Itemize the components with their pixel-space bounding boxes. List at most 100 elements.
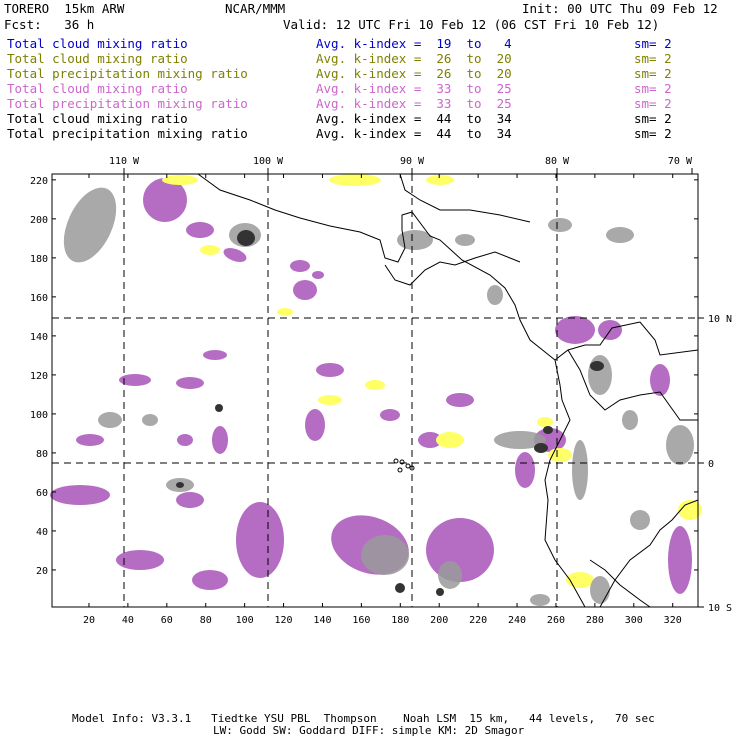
y-tick-label-2: 60: [36, 488, 48, 499]
gray-cloud-blob-3: [455, 234, 475, 246]
gray-cloud-blob-9: [666, 425, 694, 465]
island-3: [397, 467, 403, 473]
lat-label-0: 10 N: [708, 314, 732, 325]
lat-label-2: 10 S: [708, 603, 732, 614]
y-tick-label-0: 20: [36, 566, 48, 577]
lon-label-3: 80 W: [545, 156, 570, 167]
y-tick-label-8: 180: [30, 254, 48, 265]
x-tick-label-3: 80: [200, 615, 212, 626]
y-tick-label-9: 200: [30, 215, 48, 226]
magenta-cloud-blob-14: [50, 485, 110, 505]
magenta-cloud-blob-4: [293, 280, 317, 300]
magenta-cloud-blob-22: [650, 364, 670, 396]
lon-label-1: 100 W: [253, 156, 284, 167]
yellow-cloud-blob-11: [537, 417, 553, 427]
gray-cloud-blob-8: [622, 410, 638, 430]
magenta-cloud-blob-25: [116, 550, 164, 570]
x-tick-label-4: 100: [236, 615, 254, 626]
magenta-cloud-blob-7: [176, 377, 204, 389]
magenta-cloud-blob-15: [176, 492, 204, 508]
yellow-cloud-blob-10: [277, 308, 293, 316]
y-tick-label-4: 100: [30, 410, 48, 421]
yellow-cloud-blob-3: [426, 175, 454, 185]
y-tick-label-1: 40: [36, 527, 48, 538]
magenta-cloud-blob-24: [515, 452, 535, 488]
x-tick-label-7: 160: [352, 615, 370, 626]
x-tick-label-12: 260: [547, 615, 565, 626]
gray-cloud-blob-17: [606, 227, 634, 243]
coastline-5: [399, 173, 531, 223]
x-tick-label-1: 40: [122, 615, 134, 626]
y-tick-label-5: 120: [30, 371, 48, 382]
dark_gray-cloud-blob-0: [237, 230, 255, 246]
x-tick-label-0: 20: [83, 615, 95, 626]
x-tick-label-8: 180: [391, 615, 409, 626]
map-figure: 20 40 60 80 100 120 140 160 180 200 220 240 260 280 30…: [30, 156, 732, 626]
y-tick-label-3: 80: [36, 449, 48, 460]
physics-info-line: LW: Godd SW: Goddard DIFF: simple KM: 2D…: [213, 724, 525, 737]
magenta-cloud-blob-29: [380, 409, 400, 421]
yellow-cloud-blob-1: [200, 245, 220, 255]
x-tick-label-5: 120: [275, 615, 293, 626]
magenta-cloud-blob-3: [290, 260, 310, 272]
lon-label-2: 90 W: [400, 156, 425, 167]
magenta-cloud-blob-12: [212, 426, 228, 454]
magenta-cloud-blob-13: [177, 434, 193, 446]
yellow-cloud-blob-0: [162, 175, 198, 185]
gray-cloud-blob-7: [572, 440, 588, 500]
gray-cloud-blob-12: [361, 535, 409, 575]
dark_gray-cloud-blob-6: [436, 588, 444, 596]
gray-cloud-blob-15: [630, 510, 650, 530]
x-tick-label-11: 240: [508, 615, 526, 626]
lon-label-0: 110 W: [109, 156, 140, 167]
yellow-cloud-blob-6: [318, 395, 342, 405]
yellow-cloud-blob-7: [548, 448, 572, 462]
gray-cloud-blob-14: [590, 576, 610, 604]
y-tick-label-6: 140: [30, 332, 48, 343]
magenta-cloud-blob-28: [446, 393, 474, 407]
gray-cloud-blob-6: [588, 355, 612, 395]
magenta-cloud-blob-5: [312, 271, 324, 279]
dark_gray-cloud-blob-4: [176, 482, 184, 488]
magenta-cloud-blob-20: [555, 316, 595, 344]
gray-cloud-blob-16: [530, 594, 550, 606]
gray-cloud-blob-10: [98, 412, 122, 428]
x-tick-label-10: 220: [469, 615, 487, 626]
gray-cloud-blob-0: [63, 187, 117, 263]
y-tick-label-10: 220: [30, 176, 48, 187]
yellow-cloud-blob-4: [365, 380, 385, 390]
magenta-cloud-blob-9: [76, 434, 104, 446]
lat-label-1: 0: [708, 459, 714, 470]
x-tick-label-2: 60: [161, 615, 173, 626]
magenta-cloud-blob-6: [203, 350, 227, 360]
coastline-2: [567, 349, 698, 421]
gray-cloud-blob-18: [548, 218, 572, 232]
lon-label-4: 70 W: [668, 156, 693, 167]
magenta-cloud-blob-26: [192, 570, 228, 590]
x-tick-label-9: 200: [430, 615, 448, 626]
magenta-cloud-blob-1: [186, 222, 214, 238]
gray-cloud-blob-4: [487, 285, 503, 305]
cloud-field-layer: [50, 174, 702, 606]
coastline-6: [384, 251, 521, 286]
y-tick-label-7: 160: [30, 293, 48, 304]
dark_gray-cloud-blob-7: [543, 426, 553, 434]
yellow-cloud-blob-5: [436, 432, 464, 448]
dark_gray-cloud-blob-5: [395, 583, 405, 593]
magenta-cloud-blob-11: [305, 409, 325, 441]
dark_gray-cloud-blob-1: [534, 443, 548, 453]
x-tick-label-13: 280: [586, 615, 604, 626]
yellow-cloud-blob-2: [329, 174, 381, 186]
gray-cloud-blob-11: [142, 414, 158, 426]
island-2: [405, 463, 411, 469]
x-tick-label-15: 320: [664, 615, 682, 626]
coastline-0: [197, 173, 699, 361]
magenta-cloud-blob-23: [668, 526, 692, 594]
magenta-cloud-blob-2: [223, 248, 247, 262]
gray-cloud-blob-13: [438, 561, 462, 589]
magenta-cloud-blob-16: [236, 502, 284, 578]
dark_gray-cloud-blob-3: [215, 404, 223, 412]
magenta-cloud-blob-10: [316, 363, 344, 377]
x-tick-label-14: 300: [625, 615, 643, 626]
island-0: [393, 458, 399, 464]
